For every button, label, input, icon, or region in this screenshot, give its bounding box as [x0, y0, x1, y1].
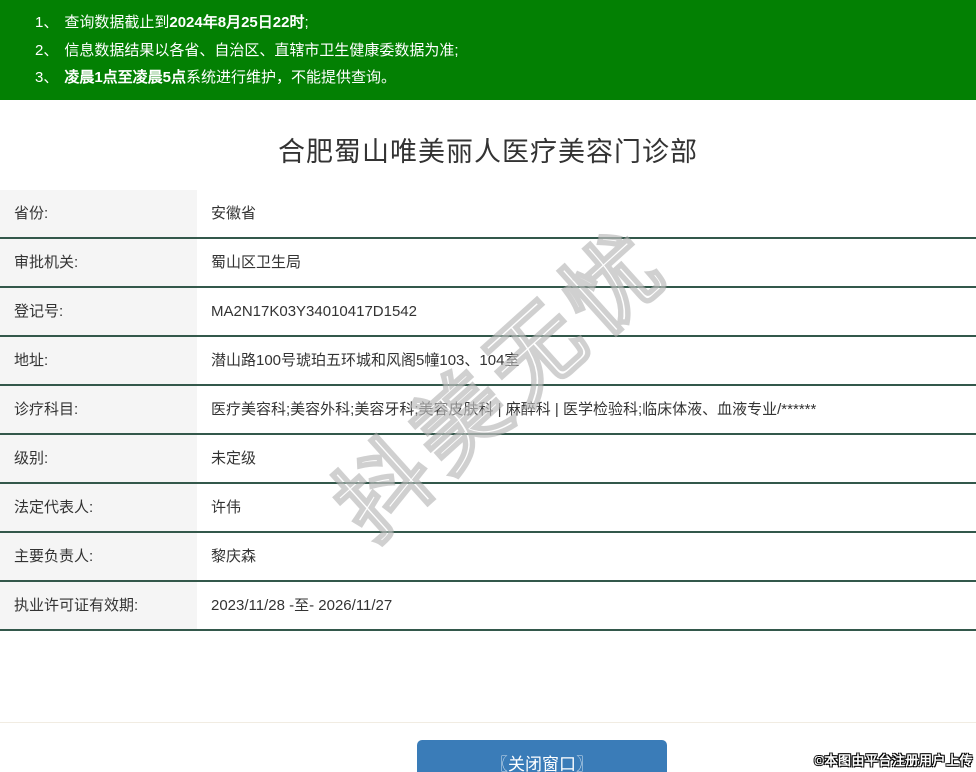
row-value: 许伟 — [197, 484, 976, 531]
notice-number: 3、 — [35, 69, 59, 86]
row-value: 黎庆森 — [197, 533, 976, 580]
row-label: 法定代表人: — [0, 484, 197, 531]
page-title: 合肥蜀山唯美丽人医疗美容门诊部 — [278, 137, 698, 167]
notice-text: 查询数据截止到 — [64, 14, 170, 31]
table-row-medical-subjects: 诊疗科目: 医疗美容科;美容外科;美容牙科;美容皮肤科 | 麻醉科 | 医学检验… — [0, 386, 976, 435]
row-value: MA2N17K03Y34010417D1542 — [197, 288, 976, 335]
notice-text: 信息数据结果以各省、自治区、直辖市卫生健康委数据为准; — [64, 41, 459, 59]
notice-text-bold: 2024年8月25日22时 — [169, 14, 305, 31]
row-value: 2023/11/28 -至- 2026/11/27 — [197, 582, 976, 629]
table-row-level: 级别: 未定级 — [0, 435, 976, 484]
notice-number: 1、 — [35, 14, 59, 31]
table-row-license-validity: 执业许可证有效期: 2023/11/28 -至- 2026/11/27 — [0, 582, 976, 631]
notice-item-1: 1、 查询数据截止到2024年8月25日22时; — [35, 9, 966, 37]
table-row-address: 地址: 潜山路100号琥珀五环城和风阁5幢103、104室 — [0, 337, 976, 386]
table-row-legal-representative: 法定代表人: 许伟 — [0, 484, 976, 533]
row-label: 地址: — [0, 337, 197, 384]
row-value: 蜀山区卫生局 — [197, 239, 976, 286]
table-row-person-in-charge: 主要负责人: 黎庆森 — [0, 533, 976, 582]
notice-text-bold: 凌晨1点至凌晨5点 — [64, 69, 187, 86]
row-label: 执业许可证有效期: — [0, 582, 197, 629]
notice-item-2: 2、 信息数据结果以各省、自治区、直辖市卫生健康委数据为准; — [35, 37, 966, 65]
notice-number: 2、 — [35, 41, 59, 59]
row-value: 未定级 — [197, 435, 976, 482]
row-label: 审批机关: — [0, 239, 197, 286]
notice-text: 系统进行维护，不能提供查询。 — [186, 69, 397, 86]
footer: 〖关闭窗口〗 — [0, 722, 976, 772]
license-info-table: 省份: 安徽省 审批机关: 蜀山区卫生局 登记号: MA2N17K03Y3401… — [0, 190, 976, 631]
row-label: 主要负责人: — [0, 533, 197, 580]
close-window-button[interactable]: 〖关闭窗口〗 — [417, 740, 667, 772]
row-label: 登记号: — [0, 288, 197, 335]
table-row-approval-authority: 审批机关: 蜀山区卫生局 — [0, 239, 976, 288]
row-value: 医疗美容科;美容外科;美容牙科;美容皮肤科 | 麻醉科 | 医学检验科;临床体液… — [197, 386, 976, 433]
row-value: 潜山路100号琥珀五环城和风阁5幢103、104室 — [197, 337, 976, 384]
license-query-page: 1、 查询数据截止到2024年8月25日22时; 2、 信息数据结果以各省、自治区、… — [0, 0, 976, 772]
row-label: 省份: — [0, 190, 197, 237]
notice-text: ; — [304, 14, 309, 31]
row-label: 级别: — [0, 435, 197, 482]
table-row-province: 省份: 安徽省 — [0, 190, 976, 239]
notice-item-3: 3、 凌晨1点至凌晨5点系统进行维护，不能提供查询。 — [35, 64, 966, 92]
row-value: 安徽省 — [197, 190, 976, 237]
row-label: 诊疗科目: — [0, 386, 197, 433]
notice-banner: 1、 查询数据截止到2024年8月25日22时; 2、 信息数据结果以各省、自治区、… — [0, 0, 976, 100]
table-row-registration-number: 登记号: MA2N17K03Y34010417D1542 — [0, 288, 976, 337]
